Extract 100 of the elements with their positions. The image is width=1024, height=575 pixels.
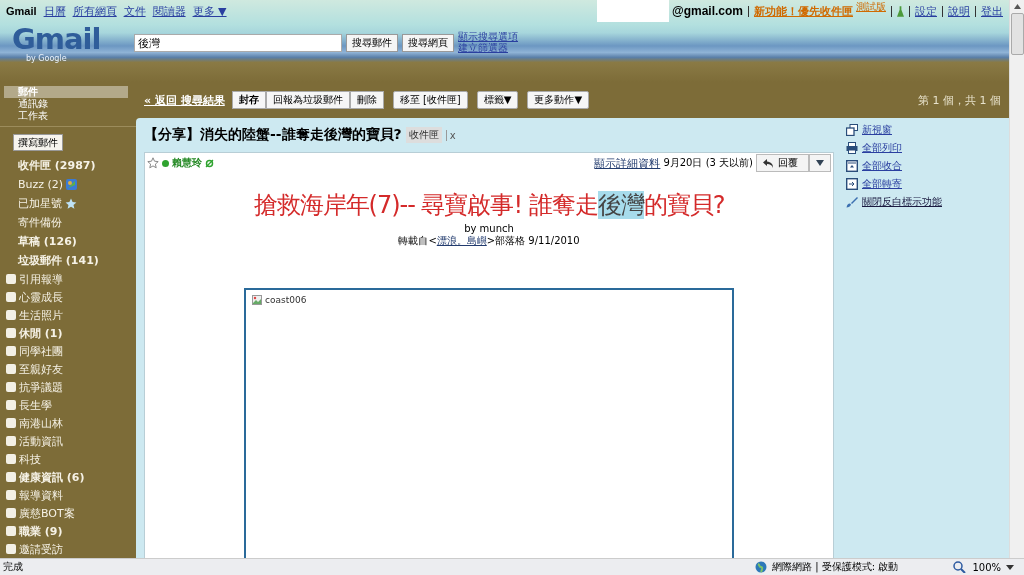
account-link[interactable]: 說明 bbox=[948, 3, 970, 19]
buzz-icon bbox=[66, 179, 78, 190]
caret-icon bbox=[816, 160, 824, 166]
action-link[interactable]: 關閉反白標示功能 bbox=[862, 195, 942, 209]
nav-link[interactable]: 閱讀器 bbox=[152, 3, 186, 19]
reply-arrow-icon bbox=[763, 158, 774, 168]
toolbar-button[interactable]: 刪除 bbox=[349, 91, 384, 109]
label-link[interactable]: 職業 (9) bbox=[19, 523, 63, 539]
zoom-level[interactable]: 100% bbox=[972, 561, 1001, 573]
conversation-subject: 【分享】消失的陸蟹--誰奪走後灣的寶貝? bbox=[144, 126, 402, 144]
source-text: >部落格 9/11/2010 bbox=[486, 234, 580, 248]
label-color-square bbox=[6, 454, 16, 464]
label-color-square bbox=[6, 400, 16, 410]
more-options-button[interactable] bbox=[809, 154, 831, 172]
source-text: 轉載自< bbox=[398, 234, 437, 248]
label-color-square bbox=[6, 364, 16, 374]
label-color-square bbox=[6, 346, 16, 356]
label-link[interactable]: 長生學 bbox=[19, 397, 52, 413]
label-link[interactable]: 抗爭議題 bbox=[19, 379, 63, 395]
toolbar-button[interactable]: 回報為垃圾郵件 bbox=[265, 91, 350, 109]
label-link[interactable]: 邀請受訪 bbox=[19, 541, 63, 557]
label-color-square bbox=[6, 472, 16, 482]
label-chip: 收件匣 bbox=[405, 127, 442, 143]
label-link[interactable]: 心靈成長 bbox=[19, 289, 63, 305]
label-link[interactable]: 生活照片 bbox=[19, 307, 63, 323]
message-date: 9月20日 (3 天以前) bbox=[663, 156, 753, 170]
brush-icon bbox=[846, 196, 858, 208]
section-link[interactable]: 工作表 bbox=[4, 110, 136, 122]
image-alt-text: coast006 bbox=[265, 295, 307, 305]
search-field[interactable]: 後灣 bbox=[134, 34, 342, 52]
label-link[interactable]: 至親好友 bbox=[19, 361, 63, 377]
label-color-square bbox=[6, 382, 16, 392]
new-window-icon bbox=[846, 124, 858, 136]
action-link[interactable]: 全部收合 bbox=[862, 159, 902, 173]
label-link[interactable]: 引用報導 bbox=[19, 271, 63, 287]
toolbar-button[interactable]: 移至 [收件匣] bbox=[392, 91, 468, 109]
collapse-icon bbox=[846, 160, 858, 172]
pager-text: 第 1 個，共 1 個 bbox=[918, 92, 1001, 108]
details-link[interactable]: 顯示詳細資料 bbox=[594, 155, 661, 171]
star-icon bbox=[65, 197, 77, 210]
source-link[interactable]: 漂浪。島嶼 bbox=[436, 234, 487, 248]
action-link[interactable]: 新視窗 bbox=[862, 123, 892, 137]
account-link[interactable]: 登出 bbox=[981, 3, 1003, 19]
zoom-icon[interactable] bbox=[953, 561, 968, 573]
account-link[interactable]: 設定 bbox=[915, 3, 937, 19]
caret-icon[interactable] bbox=[1006, 564, 1014, 570]
label-color-square bbox=[6, 274, 16, 284]
label-link[interactable]: 同學社團 bbox=[19, 343, 63, 359]
nav-link[interactable]: 日曆 bbox=[43, 3, 66, 19]
broken-image-icon bbox=[252, 295, 262, 305]
nav-link[interactable]: 文件 bbox=[123, 3, 146, 19]
search-option-link[interactable]: 建立篩選器 bbox=[458, 42, 518, 53]
label-link[interactable]: 健康資訊 (6) bbox=[19, 469, 85, 485]
beta-label: 測試版 bbox=[856, 0, 886, 14]
section-link[interactable]: 通訊錄 bbox=[4, 98, 136, 110]
label-color-square bbox=[6, 310, 16, 320]
star-icon[interactable] bbox=[147, 157, 159, 169]
chat-status-icon bbox=[205, 158, 214, 168]
gmail-link[interactable]: Gmail bbox=[6, 5, 37, 17]
folder-link[interactable]: Buzz (2) bbox=[18, 178, 64, 191]
folder-link[interactable]: 收件匣 (2987) bbox=[18, 158, 96, 173]
label-link[interactable]: 報導資料 bbox=[19, 487, 63, 503]
status-text: 完成 bbox=[3, 560, 23, 574]
remove-label-button[interactable]: x bbox=[445, 129, 456, 141]
action-link[interactable]: 全部列印 bbox=[862, 141, 902, 155]
label-link[interactable]: 休閒 (1) bbox=[19, 325, 63, 341]
search-button[interactable]: 搜尋郵件 bbox=[346, 34, 398, 52]
scroll-thumb[interactable] bbox=[1010, 13, 1024, 55]
compose-button[interactable]: 撰寫郵件 bbox=[13, 134, 63, 151]
folder-link[interactable]: 寄件備份 bbox=[18, 215, 62, 230]
folder-link[interactable]: 垃圾郵件 (141) bbox=[18, 253, 99, 268]
folder-link[interactable]: 草稿 (126) bbox=[18, 234, 77, 249]
label-color-square bbox=[6, 418, 16, 428]
toolbar-button[interactable]: 更多動作▼ bbox=[527, 91, 590, 109]
label-color-square bbox=[6, 328, 16, 338]
back-link[interactable]: « 返回 搜尋結果 bbox=[144, 92, 225, 108]
toolbar-button[interactable]: 封存 bbox=[231, 91, 266, 109]
label-color-square bbox=[6, 508, 16, 518]
toolbar-button[interactable]: 標籤▼ bbox=[476, 91, 519, 109]
flask-icon[interactable] bbox=[897, 5, 904, 17]
globe-icon bbox=[755, 561, 768, 573]
label-color-square bbox=[6, 436, 16, 446]
search-button[interactable]: 搜尋網頁 bbox=[402, 34, 454, 52]
search-option-link[interactable]: 顯示搜尋選項 bbox=[458, 31, 518, 42]
scrollbar[interactable] bbox=[1009, 0, 1024, 558]
label-link[interactable]: 南港山林 bbox=[19, 415, 63, 431]
nav-link[interactable]: 所有網頁 bbox=[72, 3, 117, 19]
byline-text: by munch bbox=[464, 223, 514, 234]
label-color-square bbox=[6, 526, 16, 536]
label-color-square bbox=[6, 544, 16, 554]
scroll-up-icon[interactable] bbox=[1013, 4, 1021, 9]
folder-link[interactable]: 已加星號 bbox=[18, 196, 62, 211]
action-link[interactable]: 全部轉寄 bbox=[862, 177, 902, 191]
printer-icon bbox=[846, 142, 858, 154]
label-link[interactable]: 活動資訊 bbox=[19, 433, 63, 449]
label-link[interactable]: 科技 bbox=[19, 451, 41, 467]
message-heading: 搶救海岸年(7)-- 尋寶啟事! 誰奪走後灣的寶貝? bbox=[253, 190, 725, 221]
label-link[interactable]: 廣慈BOT案 bbox=[19, 505, 75, 521]
nav-link[interactable]: 更多 ▼ bbox=[192, 3, 227, 19]
reply-button[interactable]: 回覆 bbox=[756, 154, 809, 172]
